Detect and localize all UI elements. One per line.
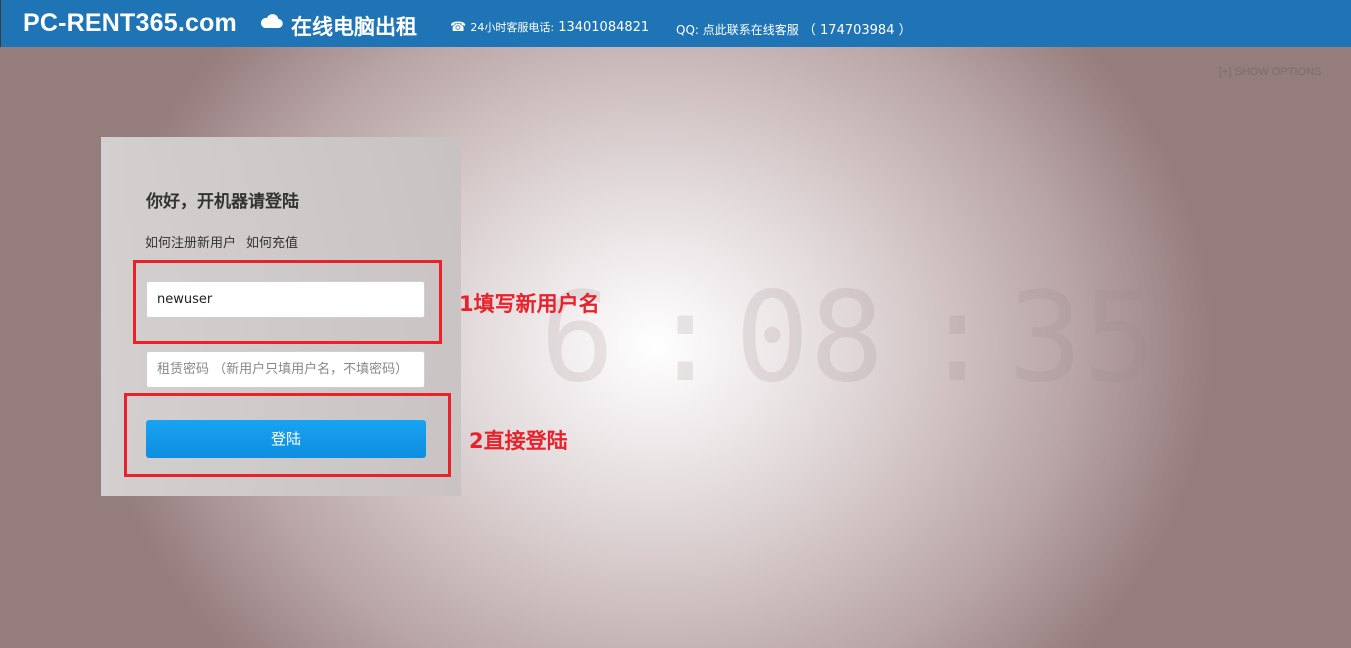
cloud-icon xyxy=(260,14,283,29)
show-options-toggle[interactable]: [+] SHOW OPTIONS xyxy=(1219,66,1321,78)
annotation-box-login xyxy=(124,393,451,477)
clock-seconds: 35 xyxy=(1008,270,1157,400)
phone-number: 13401084821 xyxy=(558,20,650,35)
site-brand[interactable]: PC-RENT365.com xyxy=(23,9,237,38)
clock-display: 6 : 08 : 35 xyxy=(540,270,1157,400)
how-to-recharge-link[interactable]: 如何充值 xyxy=(246,236,298,251)
clock-sep-1: : xyxy=(648,270,723,400)
clock-minutes: 08 xyxy=(735,270,884,400)
qq-number: （ 174703984 ） xyxy=(802,23,912,38)
phone-icon: ☎ xyxy=(450,20,467,35)
phone-info: ☎ 24小时客服电话: 13401084821 xyxy=(450,19,649,35)
clock-sep-2: : xyxy=(920,270,995,400)
qq-contact-link[interactable]: QQ: 点此联系在线客服 （ 174703984 ） xyxy=(676,19,912,38)
login-title: 你好，开机器请登陆 xyxy=(146,192,299,212)
annotation-step1: 1填写新用户名 xyxy=(459,292,600,316)
help-links: 如何注册新用户 如何充值 xyxy=(145,232,298,251)
annotation-box-username xyxy=(133,260,442,344)
how-to-register-link[interactable]: 如何注册新用户 xyxy=(145,236,236,251)
phone-label: 24小时客服电话: xyxy=(470,21,555,34)
qq-label[interactable]: QQ: 点此联系在线客服 xyxy=(676,23,799,37)
password-input[interactable]: 租赁密码 （新用户只填用户名，不填密码） xyxy=(146,351,425,388)
annotation-step2: 2直接登陆 xyxy=(469,429,568,453)
top-header-bar: PC-RENT365.com 在线电脑出租 ☎ 24小时客服电话: 134010… xyxy=(0,0,1351,47)
site-tagline: 在线电脑出租 xyxy=(291,15,417,39)
